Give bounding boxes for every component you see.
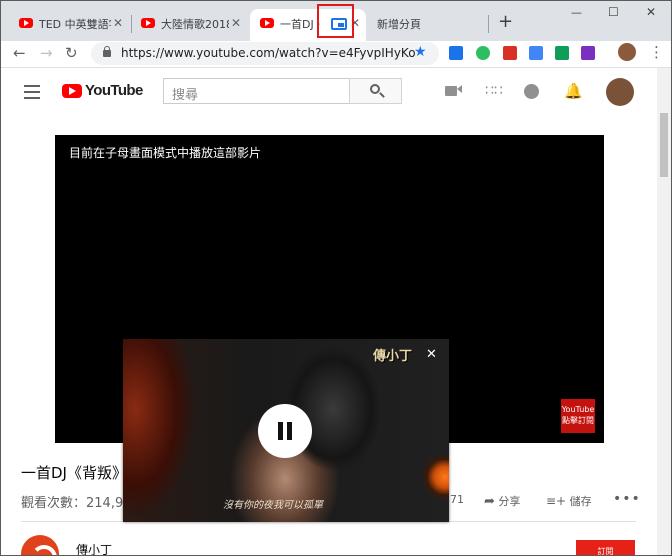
classroom-extension-icon[interactable] <box>555 46 569 60</box>
onenote-extension-icon[interactable] <box>581 46 595 60</box>
youtube-favicon-icon <box>141 18 155 28</box>
forward-arrow-icon[interactable]: → <box>40 44 53 62</box>
channel-avatar[interactable] <box>21 535 59 555</box>
video-title: 一首DJ《背叛》 <box>21 464 127 482</box>
pip-window[interactable]: 傳小丁 ✕ 沒有你的夜我可以孤單 <box>123 339 449 522</box>
translate-extension-icon[interactable] <box>529 46 543 60</box>
notifications-bell-icon[interactable]: 🔔 <box>564 84 583 99</box>
analytics-extension-icon[interactable] <box>449 46 463 60</box>
tab-new-tab[interactable]: 新增分頁 <box>367 9 487 41</box>
pip-icon-highlight <box>317 4 354 38</box>
youtube-logo-icon[interactable] <box>62 84 82 98</box>
youtube-logo-text[interactable]: YouTube <box>85 82 143 99</box>
watermark-line-1: YouTube <box>561 405 595 414</box>
reload-icon[interactable]: ↻ <box>65 44 78 62</box>
bookmark-star-icon[interactable]: ★ <box>414 44 427 60</box>
scrollbar-thumb[interactable] <box>660 113 668 177</box>
playlist-add-icon: ≡+ <box>546 494 567 508</box>
subscribe-button[interactable]: 訂閱 <box>576 540 635 555</box>
address-bar[interactable]: https://www.youtube.com/watch?v=e4FyvpIH… <box>91 42 439 65</box>
back-arrow-icon[interactable]: ← <box>13 44 26 62</box>
pause-icon-bar-right <box>287 422 292 440</box>
view-count: 觀看次數：214,9 <box>21 496 124 511</box>
youtube-favicon-icon <box>19 18 33 28</box>
maximize-button[interactable]: ☐ <box>608 5 619 19</box>
search-placeholder: 搜尋 <box>172 88 199 103</box>
pause-button[interactable] <box>258 404 312 458</box>
tab-separator <box>488 15 489 33</box>
youtube-favicon-icon <box>260 18 274 28</box>
tab-mainland-songs[interactable]: 大陸情歌2018 ✕ <box>131 9 246 41</box>
channel-watermark-logo: 傳小丁 <box>373 349 413 364</box>
create-video-icon[interactable] <box>445 84 462 99</box>
search-button[interactable] <box>349 78 402 104</box>
share-arrow-icon: ➦ <box>484 494 495 509</box>
profile-avatar[interactable] <box>618 43 636 61</box>
browser-menu-icon[interactable]: ⋮ <box>649 43 664 61</box>
tab-title: TED 中英雙語字 <box>39 18 111 31</box>
tab-close-icon[interactable]: ✕ <box>231 15 241 31</box>
tab-title: 大陸情歌2018 <box>161 18 229 31</box>
new-tab-button[interactable]: + <box>498 13 513 31</box>
subscribe-watermark[interactable]: YouTube 點擊訂閱 <box>561 399 595 433</box>
hamburger-menu-icon[interactable] <box>24 85 40 103</box>
youtube-account-avatar[interactable] <box>606 78 634 106</box>
evernote-extension-icon[interactable] <box>476 46 490 60</box>
lock-shackle-icon <box>104 46 110 52</box>
pip-mode-message: 目前在子母畫面模式中播放這部影片 <box>69 146 262 160</box>
minimize-button[interactable]: — <box>571 6 582 19</box>
browser-window: TED 中英雙語字 ✕ 大陸情歌2018 ✕ 一首DJ《 ✕ 新增分頁 + — … <box>0 0 672 556</box>
more-actions-button[interactable]: ••• <box>613 491 641 507</box>
window-close-button[interactable]: ✕ <box>646 5 656 19</box>
search-input[interactable]: 搜尋 <box>163 78 350 104</box>
messages-icon[interactable] <box>524 84 539 99</box>
tab-title: 一首DJ《 <box>280 18 320 31</box>
apps-grid-icon[interactable]: ∷∷ <box>485 84 503 99</box>
flipboard-extension-icon[interactable] <box>503 46 517 60</box>
channel-name[interactable]: 傳小丁 <box>76 541 112 555</box>
save-label: 儲存 <box>569 495 592 508</box>
tab-ted[interactable]: TED 中英雙語字 ✕ <box>9 9 129 41</box>
like-count[interactable]: 71 <box>450 493 464 506</box>
lyric-subtitle: 沒有你的夜我可以孤單 <box>223 500 323 511</box>
share-button[interactable]: ➦ 分享 <box>484 493 520 509</box>
url-text: https://www.youtube.com/watch?v=e4FyvpIH… <box>121 46 416 60</box>
pip-close-button[interactable]: ✕ <box>426 348 437 362</box>
search-icon-handle <box>379 92 385 98</box>
tab-title: 新增分頁 <box>377 18 421 31</box>
save-button[interactable]: ≡+ 儲存 <box>546 493 592 509</box>
watermark-line-2: 點擊訂閱 <box>562 416 594 425</box>
tab-close-icon[interactable]: ✕ <box>113 15 123 31</box>
share-label: 分享 <box>498 495 521 508</box>
pause-icon-bar-left <box>278 422 283 440</box>
